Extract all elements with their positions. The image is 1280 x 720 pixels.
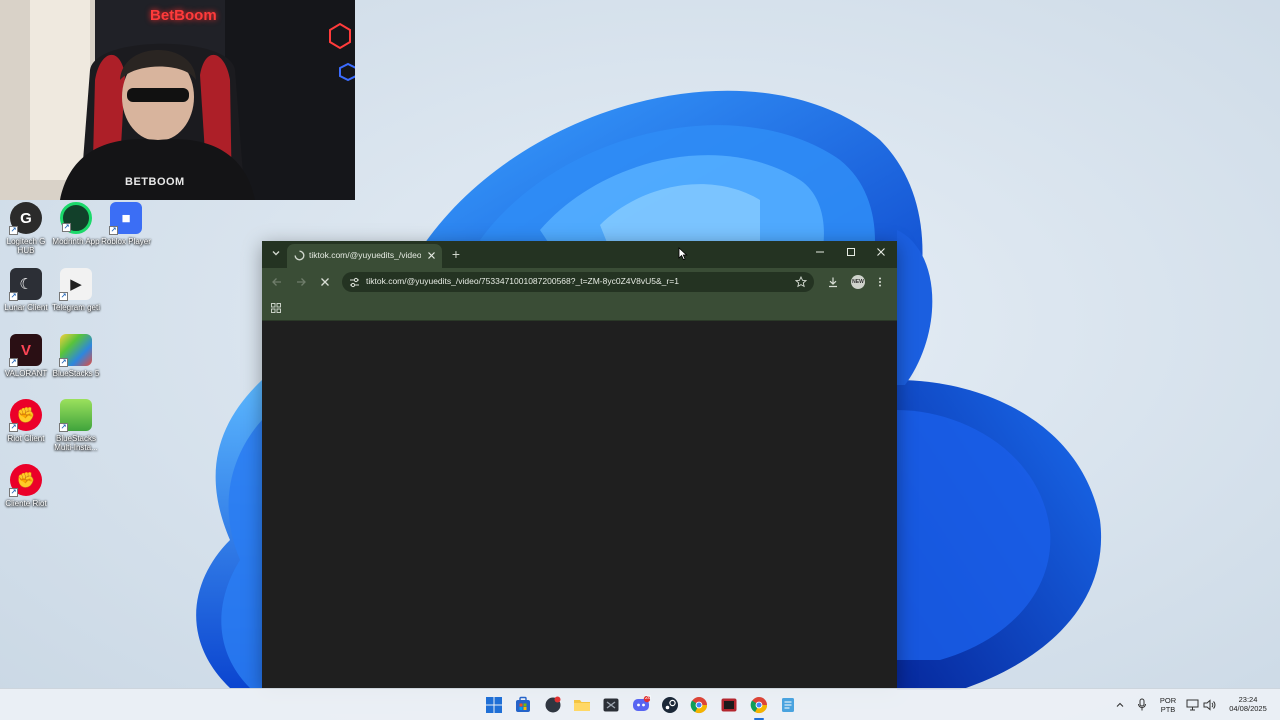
mouse-cursor-icon — [678, 247, 688, 261]
page-content-area[interactable] — [262, 321, 897, 688]
shirt-logo-text: BETBOOM — [125, 176, 185, 188]
url-text: tiktok.com/@yuyuedits_/video/75334710010… — [366, 276, 679, 286]
chevron-up-icon[interactable] — [1115, 700, 1125, 710]
chevron-down-icon — [272, 251, 280, 256]
file-explorer-icon[interactable] — [573, 696, 591, 714]
webcam-overlay: BetBoom BETBOOM — [0, 0, 355, 200]
menu-kebab-icon[interactable] — [877, 276, 883, 288]
clock[interactable]: 23:24 04/08/2025 — [1222, 695, 1274, 713]
desktop-icon-bluestacks-multi[interactable]: ↗ BlueStacks Multi-Insta... — [50, 399, 102, 452]
bluestacks-multi-icon: ↗ — [59, 399, 92, 432]
profile-badge: NEW — [852, 279, 864, 285]
roblox-icon: ■ ↗ — [109, 202, 142, 235]
discord-notification-badge: 20 — [644, 695, 652, 701]
windows-start-icon[interactable] — [485, 696, 503, 714]
valorant-icon: V ↗ — [9, 334, 42, 367]
desktop-icon-lunar[interactable]: ☾ ↗ Lunar Client — [0, 268, 52, 312]
desktop-icon-telegram[interactable]: ▶ ↗ Telegram geti — [50, 268, 102, 312]
desktop-icon-roblox[interactable]: ■ ↗ Roblox Player — [100, 202, 152, 246]
chrome-icon[interactable] — [750, 696, 768, 714]
riot-client-icon: ✊ ↗ — [9, 464, 42, 497]
desktop-icon-valorant[interactable]: V ↗ VALORANT — [0, 334, 52, 378]
close-icon — [877, 248, 885, 256]
modrinth-icon: ↗ — [60, 202, 92, 234]
maximize-button[interactable] — [841, 246, 861, 262]
site-settings-icon[interactable] — [349, 277, 360, 288]
steam-icon[interactable] — [661, 696, 679, 714]
maximize-icon — [847, 248, 855, 256]
tab-search-button[interactable] — [268, 247, 284, 263]
notepad-icon[interactable] — [779, 696, 797, 714]
game-app-icon[interactable] — [544, 696, 562, 714]
loading-spinner-icon — [294, 250, 305, 261]
new-tab-button[interactable]: + — [449, 246, 463, 262]
profile-avatar[interactable]: NEW — [851, 275, 865, 289]
brand-neon-sign: BetBoom — [150, 7, 217, 24]
minimize-icon — [816, 251, 824, 253]
volume-icon[interactable] — [1203, 699, 1216, 711]
riot-client-icon: ✊ ↗ — [9, 399, 42, 432]
desktop-icon-bluestacks[interactable]: ↗ BlueStacks 5 — [50, 334, 102, 378]
tab-title: tiktok.com/@yuyuedits_/video/ — [309, 250, 421, 260]
microphone-icon[interactable] — [1137, 698, 1147, 712]
browser-window[interactable]: tiktok.com/@yuyuedits_/video/ + tiktok.c… — [262, 241, 897, 688]
desktop-icon-riot-client[interactable]: ✊ ↗ Riot Client — [0, 399, 52, 443]
clock-date: 04/08/2025 — [1229, 704, 1267, 713]
bookmarks-bar — [262, 296, 897, 321]
back-arrow-icon[interactable] — [271, 276, 283, 288]
apps-grid-icon[interactable] — [271, 303, 281, 313]
webcam-feed — [0, 0, 355, 200]
logitech-g-hub-icon: G ↗ — [9, 202, 42, 235]
browser-toolbar: tiktok.com/@yuyuedits_/video/75334710010… — [262, 268, 897, 296]
telegram-icon: ▶ ↗ — [59, 268, 92, 301]
dark-app-icon[interactable] — [602, 696, 620, 714]
desktop-icon-logitech[interactable]: G ↗ Logitech G HUB — [0, 202, 52, 255]
star-bookmark-icon[interactable] — [795, 276, 807, 288]
close-window-button[interactable] — [871, 246, 891, 262]
microsoft-store-icon[interactable] — [514, 696, 532, 714]
address-bar[interactable]: tiktok.com/@yuyuedits_/video/75334710010… — [342, 272, 814, 292]
minimize-button[interactable] — [810, 246, 830, 262]
download-icon[interactable] — [827, 276, 839, 288]
network-icon[interactable] — [1186, 699, 1199, 711]
clock-time: 23:24 — [1238, 695, 1258, 704]
desktop-icon-modrinth[interactable]: ↗ Modrinth App — [50, 202, 102, 246]
taskbar: 20 POR PTB 23:24 04/08/2025 — [0, 688, 1280, 720]
desktop-icon-cliente-riot[interactable]: ✊ ↗ Cliente Riot — [0, 464, 52, 508]
tab-strip[interactable]: tiktok.com/@yuyuedits_/video/ + — [262, 241, 897, 268]
bluestacks-icon: ↗ — [59, 334, 92, 367]
lunar-client-icon: ☾ ↗ — [9, 268, 42, 301]
chrome-icon[interactable] — [690, 696, 708, 714]
input-language[interactable]: POR PTB — [1156, 696, 1180, 714]
red-app-icon[interactable] — [720, 696, 738, 714]
forward-arrow-icon[interactable] — [295, 276, 307, 288]
tab-active[interactable]: tiktok.com/@yuyuedits_/video/ — [287, 244, 442, 268]
stop-loading-icon[interactable] — [319, 276, 331, 288]
close-icon[interactable] — [427, 251, 436, 260]
